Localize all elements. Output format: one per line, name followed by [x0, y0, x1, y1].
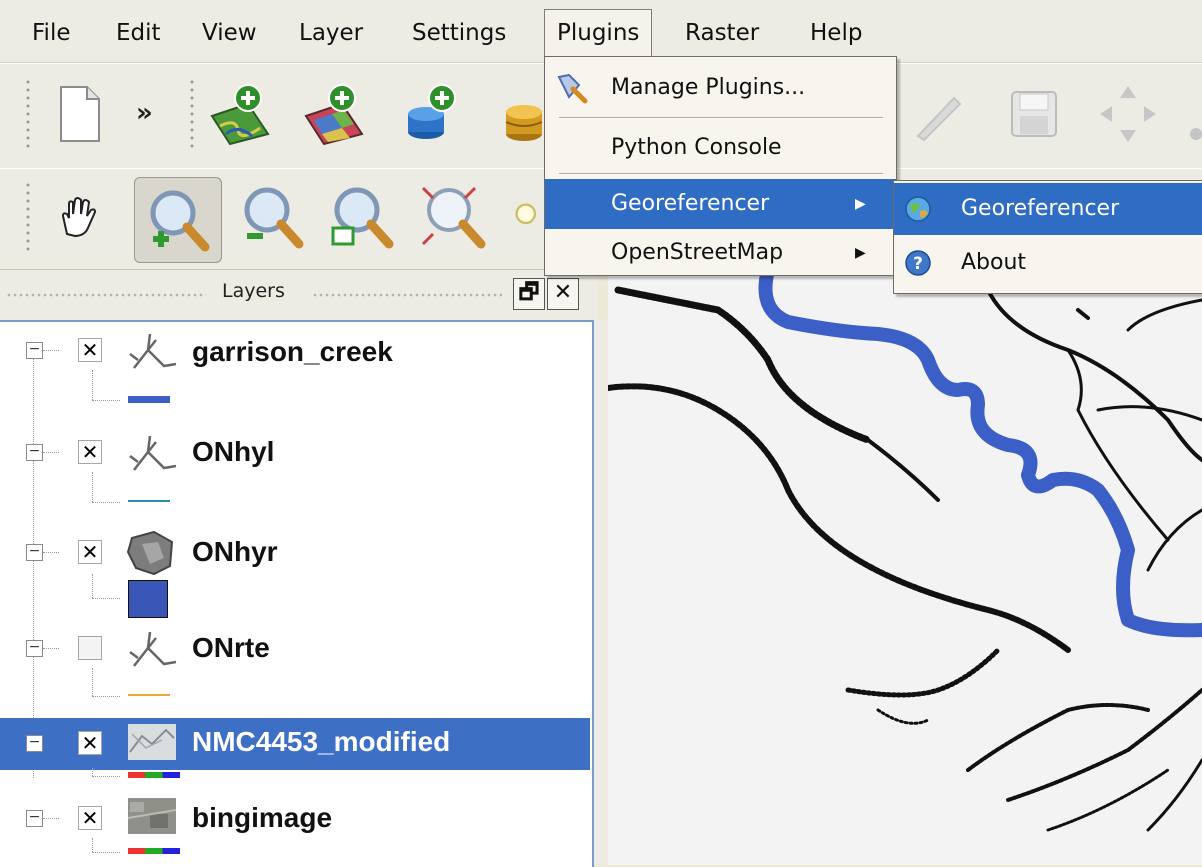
layer-row-selected[interactable]: − ✕ NMC4453_modified — [0, 718, 590, 770]
layer-name[interactable]: ONhyl — [192, 436, 274, 468]
line-symbol — [128, 694, 170, 696]
menu-item-openstreetmap[interactable]: OpenStreetMap ▶ — [545, 231, 896, 275]
toolbar-grip[interactable] — [24, 181, 32, 253]
line-symbol — [128, 396, 170, 403]
rgb-band-symbol — [128, 848, 180, 854]
layers-panel-title: Layers — [222, 280, 285, 302]
pan-icon[interactable] — [42, 181, 114, 253]
svg-text:?: ? — [913, 254, 923, 274]
menu-item-about[interactable]: ? About — [894, 237, 1202, 289]
collapse-icon[interactable]: − — [26, 544, 43, 561]
more-chevron-icon[interactable]: » — [136, 98, 153, 128]
toolbar-grip[interactable] — [24, 78, 32, 150]
panel-grip[interactable] — [312, 292, 502, 298]
menu-item-label: About — [961, 250, 1027, 275]
map-canvas[interactable] — [608, 270, 1202, 865]
menu-help[interactable]: Help — [798, 10, 874, 56]
help-about-icon: ? — [905, 250, 931, 276]
float-panel-icon[interactable]: 🗗 — [513, 278, 545, 310]
raster-thumbnail-icon — [127, 798, 177, 834]
zoom-last-icon[interactable] — [512, 181, 544, 253]
menu-layer[interactable]: Layer — [287, 10, 375, 56]
menu-plugins[interactable]: Plugins — [544, 9, 653, 58]
new-project-icon[interactable] — [44, 78, 116, 150]
line-layer-icon — [129, 435, 177, 471]
toolbar-grip[interactable] — [188, 78, 196, 150]
menu-bar: File Edit View Layer Settings Plugins Ra… — [0, 0, 1202, 63]
menu-view[interactable]: View — [190, 10, 269, 56]
menu-item-label: Manage Plugins... — [611, 75, 806, 100]
layer-visibility-checkbox[interactable]: ✕ — [78, 338, 102, 362]
menu-item-label: Georeferencer — [961, 196, 1120, 221]
menu-item-georeferencer[interactable]: Georeferencer ▶ — [545, 179, 896, 229]
add-postgis-layer-icon[interactable] — [396, 78, 468, 150]
layer-visibility-checkbox[interactable] — [78, 636, 102, 660]
polygon-layer-icon — [126, 530, 174, 576]
collapse-icon[interactable]: − — [26, 444, 43, 461]
menu-settings[interactable]: Settings — [400, 10, 518, 56]
plugins-dropdown-menu: Manage Plugins... Python Console Georefe… — [544, 56, 897, 276]
rgb-band-symbol — [128, 772, 180, 778]
submenu-arrow-icon: ▶ — [855, 196, 866, 212]
line-layer-icon — [129, 333, 177, 369]
move-feature-icon[interactable] — [1092, 78, 1164, 150]
menu-item-manage-plugins[interactable]: Manage Plugins... — [545, 63, 896, 113]
collapse-icon[interactable]: − — [26, 342, 43, 359]
polygon-symbol — [128, 580, 168, 618]
menu-raster[interactable]: Raster — [673, 10, 771, 56]
toggle-editing-icon[interactable] — [902, 78, 974, 150]
line-symbol — [128, 500, 170, 502]
save-edits-icon[interactable] — [998, 78, 1070, 150]
menu-item-label: OpenStreetMap — [611, 240, 784, 265]
layer-visibility-checkbox[interactable]: ✕ — [78, 731, 102, 755]
collapse-icon[interactable]: − — [26, 810, 43, 827]
layer-name[interactable]: bingimage — [192, 802, 332, 834]
close-panel-icon[interactable]: ✕ — [547, 278, 579, 310]
zoom-native-icon[interactable] — [326, 181, 398, 253]
layer-visibility-checkbox[interactable]: ✕ — [78, 540, 102, 564]
raster-thumbnail-icon — [128, 724, 176, 760]
menu-file[interactable]: File — [20, 10, 83, 56]
toolbar-overflow-icon — [1190, 128, 1202, 140]
add-vector-layer-icon[interactable] — [204, 78, 276, 150]
zoom-full-icon[interactable] — [418, 181, 490, 253]
menu-separator — [559, 117, 883, 119]
menu-separator — [559, 173, 883, 175]
layer-visibility-checkbox[interactable]: ✕ — [78, 440, 102, 464]
layer-visibility-checkbox[interactable]: ✕ — [78, 806, 102, 830]
collapse-icon[interactable]: − — [26, 640, 43, 657]
georeferencer-submenu: Georeferencer ? About — [893, 180, 1202, 294]
plug-icon — [557, 73, 588, 104]
layer-name[interactable]: NMC4453_modified — [192, 726, 450, 758]
menu-edit[interactable]: Edit — [104, 10, 173, 56]
georeferencer-globe-icon — [905, 196, 931, 222]
menu-item-python-console[interactable]: Python Console — [545, 123, 896, 173]
menu-item-georeferencer-launch[interactable]: Georeferencer — [894, 183, 1202, 235]
panel-grip[interactable] — [6, 292, 206, 298]
layer-name[interactable]: garrison_creek — [192, 336, 393, 368]
collapse-icon[interactable]: − — [26, 735, 43, 752]
map-rendering — [608, 270, 1202, 832]
add-raster-layer-icon[interactable] — [298, 78, 370, 150]
zoom-out-icon[interactable] — [236, 181, 308, 253]
layer-name[interactable]: ONhyr — [192, 536, 278, 568]
submenu-arrow-icon: ▶ — [855, 245, 866, 261]
menu-item-label: Python Console — [611, 135, 782, 160]
zoom-in-icon[interactable] — [134, 177, 222, 263]
line-layer-icon — [129, 631, 177, 667]
layer-tree: − ✕ garrison_creek − ✕ ONhyl − ✕ ONhyr −… — [0, 320, 594, 867]
layers-panel-header: Layers 🗗 ✕ — [0, 270, 598, 320]
menu-item-label: Georeferencer — [611, 191, 770, 216]
layer-name[interactable]: ONrte — [192, 632, 270, 664]
panel-splitter[interactable] — [594, 320, 608, 865]
